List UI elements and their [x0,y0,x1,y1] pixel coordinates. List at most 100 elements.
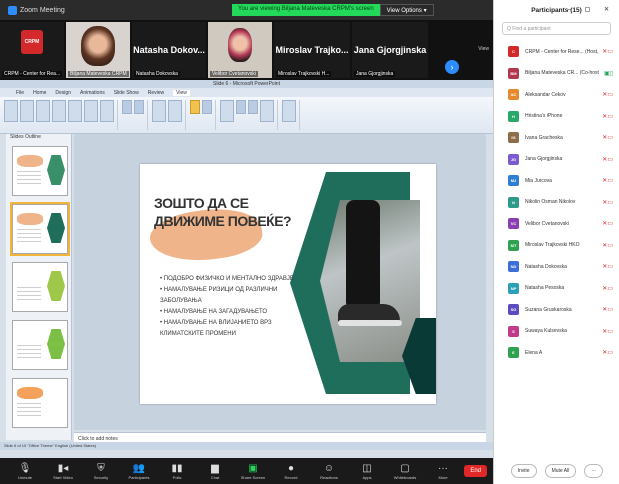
macros-button[interactable] [282,100,296,122]
reactions-icon: ☺ [323,462,335,474]
invite-button[interactable]: Invite [510,464,537,478]
participant-row[interactable]: MJ Mia Jurcova ✕▭ [508,170,619,192]
tile-label: Velibor Cvetanovski [210,71,258,77]
video-tile[interactable]: Jana Gjorgjinska Jana Gjorgjinska [352,22,428,78]
grayscale-button[interactable] [202,100,212,114]
whiteboards-button[interactable]: ▢ Whiteboards [386,463,424,480]
ppt-tab-active[interactable]: View [173,89,190,96]
reactions-button[interactable]: ☺ Reactions [310,463,348,480]
arrange-all-button[interactable] [236,100,246,114]
toolbar-label: Whiteboards [393,474,417,480]
participants-button[interactable]: 👥 Participants [120,463,158,480]
slide-thumbnail[interactable]: 8 [12,320,68,370]
apps-icon: ◫ [362,462,372,474]
video-tile[interactable]: Miroslav Trajko... Miroslav Trajkovski H… [274,22,350,78]
security-button[interactable]: ⛨ Security [82,463,120,480]
participant-row[interactable]: JG Jana Gjorgjinska ✕▭ [508,149,619,171]
reading-view-button[interactable] [52,100,66,122]
participant-row[interactable]: N Nikolin Osman Nikolov ✕▭ [508,192,619,214]
participant-row[interactable]: VC Velibor Cvetanovski ✕▭ [508,213,619,235]
participant-name: Ivana Gracheska [525,134,563,141]
ppt-tab[interactable]: Home [33,90,46,96]
chat-button[interactable]: ▆ Chat [196,463,234,480]
ppt-tab[interactable]: Animations [80,90,105,96]
muted-mic-icon: ✕▭ [602,113,613,120]
slide-thumbnail[interactable]: 5 [12,146,68,196]
slide-thumbnail[interactable]: 9 [12,378,68,428]
ppt-tab[interactable]: Design [55,90,71,96]
slide-sorter-button[interactable] [20,100,34,122]
view-options-button[interactable]: View Options ▾ [379,4,434,16]
gridlines-checkbox[interactable] [134,100,144,114]
participant-row[interactable]: MT Miroslav Trajkovski HKO ✕▭ [508,235,619,257]
slide-bullet-list: ПОДОБРО ФИЗИЧКО И МЕНТАЛНО ЗДРАВЈЕ НАМАЛ… [160,274,310,340]
window-controls[interactable]: – ▢ ✕ [568,6,615,13]
ribbon-group [122,100,148,130]
participant-list: CCRPM - Center for Rese... (Host, me)✕▭ … [494,41,619,364]
participant-row[interactable]: BM Biljana Mateveska CR... (Co-host) ▣▯ [508,63,619,85]
notes-master-button[interactable] [100,100,114,122]
avatar: E [508,347,519,359]
ruler-checkbox[interactable] [122,100,132,114]
thumb-text [17,403,41,419]
participant-row[interactable]: AC Aleksandar Cekov ✕▭ [508,84,619,106]
ppt-tab[interactable]: File [16,90,24,96]
unmute-button[interactable]: 🎙 Unmute [6,463,44,480]
next-page-arrow-icon[interactable]: › [445,60,459,74]
record-button[interactable]: ● Record [272,463,310,480]
slide-thumbnail-active[interactable]: 6 [10,202,70,256]
ppt-tab[interactable]: Slide Show [114,90,139,96]
more-button[interactable]: ··· More [424,463,462,480]
new-window-button[interactable] [220,100,234,122]
screen-share-banner: You are viewing Biljana Mateveska CRPM's… [232,4,434,16]
window-title: Zoom Meeting [20,6,65,14]
avatar: MT [508,239,519,251]
more-options-button[interactable]: ··· [584,464,604,478]
share-screen-button[interactable]: ▣ Share Screen [234,463,272,480]
chat-icon: ▆ [211,462,219,474]
zoom-button[interactable] [152,100,166,122]
normal-view-button[interactable] [4,100,18,122]
mute-all-button[interactable]: Mute All [544,464,577,478]
fit-to-window-button[interactable] [168,100,182,122]
participant-row[interactable]: IG Ivana Gracheska ✕▭ [508,127,619,149]
thumbnail-tabs[interactable]: Slides Outline [6,134,71,142]
video-tile[interactable]: Biljana Mateveska CRPM [66,22,130,78]
thumb-hexagon [47,213,65,243]
video-tile[interactable]: CRPM CRPM - Center for Rea... [0,22,64,78]
muted-mic-icon: ✕▭ [602,328,613,335]
handout-master-button[interactable] [84,100,98,122]
more-icon: ··· [438,462,448,474]
slide-thumbnail[interactable]: 7 [12,262,68,312]
participant-row[interactable]: ND Natasha Dokovska ✕▭ [508,256,619,278]
participant-name: Aleksandar Cekov [525,91,566,98]
end-meeting-button[interactable]: End [464,465,487,477]
start-video-button[interactable]: ▮◂ Start Video [44,463,82,480]
video-tile[interactable]: Velibor Cvetanovski [208,22,272,78]
shared-screen-powerpoint: Slide 6 - Microsoft PowerPoint File Home… [0,80,493,458]
participant-row[interactable]: E Elena A ✕▭ [508,342,619,364]
slide-master-button[interactable] [68,100,82,122]
notes-page-button[interactable] [36,100,50,122]
current-slide[interactable]: ЗОШТО ДА СЕ ДВИЖИМЕ ПОВЕЌЕ? ПОДОБРО ФИЗИ… [140,164,436,404]
video-tile[interactable]: Natasha Dokov... Natasha Dokovska [132,22,206,78]
slide-canvas: ЗОШТО ДА СЕ ДВИЖИМЕ ПОВЕЌЕ? ПОДОБРО ФИЗИ… [74,134,486,430]
ppt-tab[interactable]: Review [148,90,164,96]
muted-mic-icon: ✕▭ [602,49,613,56]
switch-windows-button[interactable] [260,100,274,122]
apps-button[interactable]: ◫ Apps [348,463,386,480]
participant-row[interactable]: SG Suzana Gruskaroska ✕▭ [508,299,619,321]
tile-label: CRPM - Center for Rea... [2,71,63,77]
thumb-hexagon [47,155,65,185]
avatar: H [508,110,519,122]
video-icon: ▮◂ [57,462,69,474]
participant-row[interactable]: H Hristina's iPhone ✕▭ [508,106,619,128]
participant-row[interactable]: S Suwaya Kulsevska ✕▭ [508,321,619,343]
participant-row[interactable]: NP Natasha Pesoska ✕▭ [508,278,619,300]
view-button[interactable]: View [478,46,489,52]
color-button[interactable] [190,100,200,114]
participant-search-input[interactable]: Q Find a participant [502,22,611,35]
polls-button[interactable]: ▮▮ Polls [158,463,196,480]
cascade-button[interactable] [248,100,258,114]
participant-row[interactable]: C CRPM - Center for Rese... (Host, me)✕▭ [508,41,619,63]
